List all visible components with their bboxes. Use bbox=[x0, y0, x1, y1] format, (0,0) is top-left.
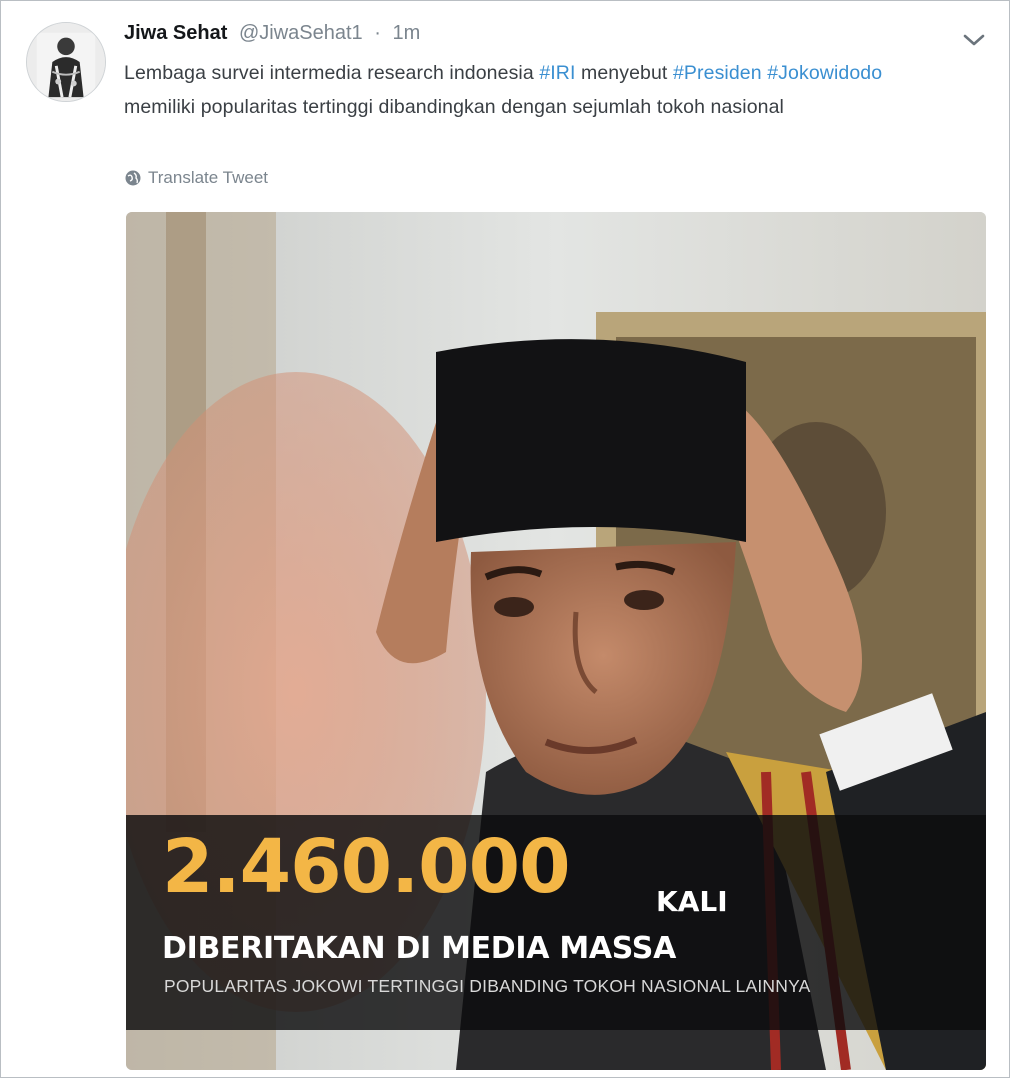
tweet-text-part: Lembaga survei intermedia research indon… bbox=[124, 62, 540, 84]
tweet-header: Jiwa Sehat @JiwaSehat1 · 1m bbox=[124, 22, 420, 45]
user-handle[interactable]: @JiwaSehat1 bbox=[239, 22, 363, 44]
hashtag-link[interactable]: #Jokowidodo bbox=[767, 62, 882, 84]
hashtag-link[interactable]: #IRI bbox=[539, 62, 575, 84]
media-headline: DIBERITAKAN DI MEDIA MASSA bbox=[162, 931, 676, 966]
tweet-timestamp[interactable]: 1m bbox=[392, 22, 420, 44]
tweet-text-part: memiliki popularitas tertinggi dibanding… bbox=[124, 96, 784, 118]
tweet-text: Lembaga survei intermedia research indon… bbox=[124, 56, 944, 124]
globe-icon bbox=[125, 170, 141, 186]
translate-tweet-label: Translate Tweet bbox=[148, 168, 269, 187]
display-name[interactable]: Jiwa Sehat bbox=[124, 22, 227, 44]
header-separator: · bbox=[374, 22, 381, 44]
tweet-media-image[interactable]: 2.460.000 KALI DIBERITAKAN DI MEDIA MASS… bbox=[126, 212, 986, 1070]
chevron-down-icon[interactable] bbox=[960, 30, 988, 50]
mention-count: 2.460.000 bbox=[162, 824, 571, 910]
media-subheadline: POPULARITAS JOKOWI TERTINGGI DIBANDING T… bbox=[164, 976, 811, 996]
hashtag-link[interactable]: #Presiden bbox=[673, 62, 762, 84]
translate-tweet-link[interactable]: Translate Tweet bbox=[124, 168, 268, 188]
tweet-text-part: menyebut bbox=[575, 62, 673, 84]
avatar[interactable] bbox=[26, 22, 106, 102]
mention-count-unit: KALI bbox=[656, 885, 728, 918]
